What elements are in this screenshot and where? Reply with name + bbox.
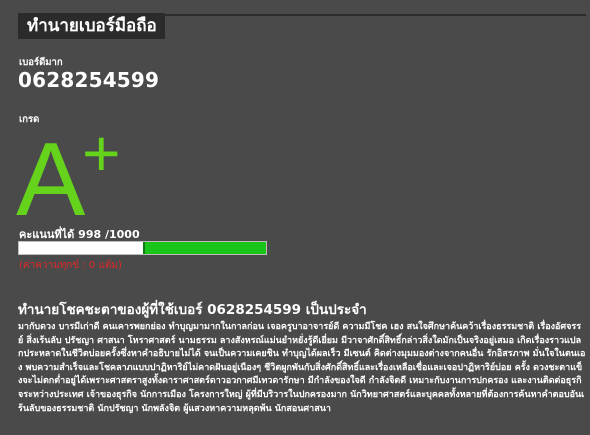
page-title: ทำนายเบอร์มือถือ xyxy=(18,13,165,39)
score-total: /1000 xyxy=(104,228,140,241)
reading-heading: ทำนายโชคชะตาของผู้ที่ใช้เบอร์ 0628254599… xyxy=(18,302,367,318)
reading-text: มากับดวง บารมีเก่าดี คนเคารพยกย่อง ทำบุญ… xyxy=(18,322,586,414)
score-progress-bar xyxy=(18,241,267,255)
grade-letter: A xyxy=(16,122,86,238)
suffering-points: (ค่าความทุกข์ : 0 แต้ม) xyxy=(19,260,122,271)
grade-modifier: + xyxy=(82,116,121,190)
score-label: คะแนนที่ได้ xyxy=(19,228,75,241)
score-value: 998 xyxy=(78,228,102,241)
score-progress-fill xyxy=(142,242,266,254)
phone-number: 0628254599 xyxy=(18,68,160,92)
grade-display: A + xyxy=(16,120,121,238)
